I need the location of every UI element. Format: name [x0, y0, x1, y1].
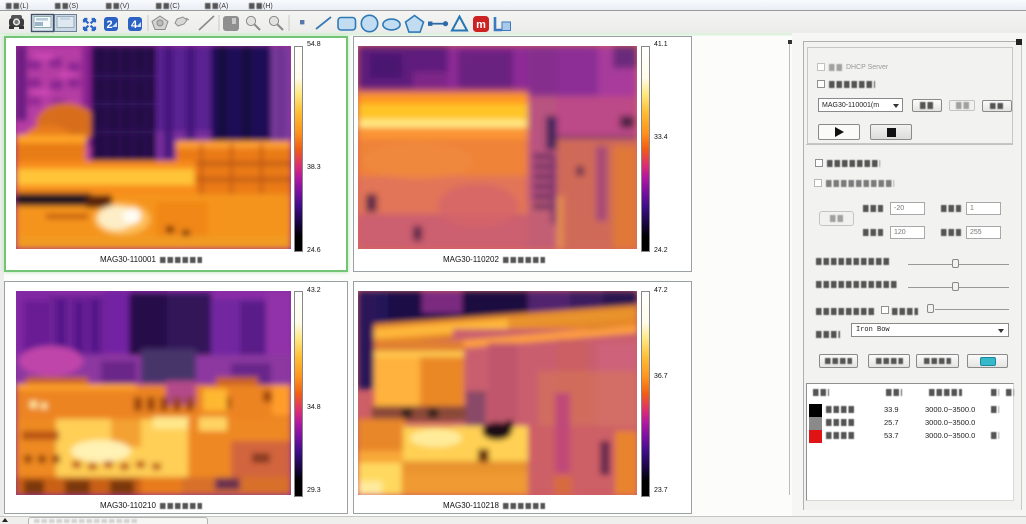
- svg-text:4: 4: [131, 19, 138, 31]
- svg-text:m: m: [476, 19, 486, 31]
- svg-text:2: 2: [106, 19, 112, 31]
